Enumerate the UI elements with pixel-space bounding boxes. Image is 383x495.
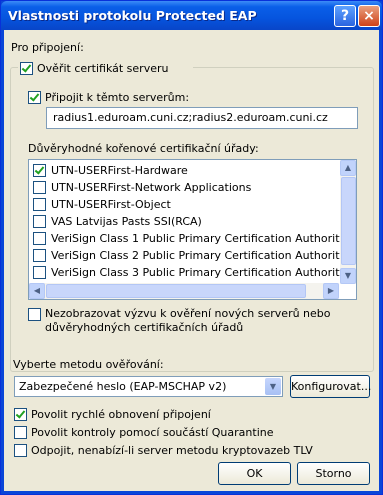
- window-title: Vlastnosti protokolu Protected EAP: [8, 8, 257, 23]
- ok-button[interactable]: OK: [218, 462, 291, 485]
- quarantine-checkbox[interactable]: [14, 426, 27, 439]
- ca-list-horizontal-scrollbar[interactable]: ◀ ▶: [29, 283, 339, 299]
- ca-checkbox[interactable]: [33, 215, 46, 228]
- ca-list-vertical-scrollbar[interactable]: ▲ ▼: [340, 160, 356, 284]
- trusted-ca-label: Důvěryhodné kořenové certifikační úřady:: [28, 142, 259, 155]
- list-item[interactable]: UTN-USERFirst-Network Applications: [29, 179, 339, 196]
- verify-cert-label: Ověřit certifikát serveru: [37, 62, 169, 75]
- list-item[interactable]: VeriSign Class 1 Public Primary Certific…: [29, 230, 356, 247]
- servers-value: radius1.eduroam.cuni.cz;radius2.eduroam.…: [53, 111, 328, 124]
- auth-method-select[interactable]: Zabezpečené heslo (EAP-MSCHAP v2) ▼: [14, 376, 283, 397]
- ca-label: UTN-USERFirst-Hardware: [51, 164, 188, 177]
- scroll-down-icon[interactable]: ▼: [340, 268, 356, 284]
- ca-checkbox[interactable]: [33, 249, 46, 262]
- servers-input[interactable]: radius1.eduroam.cuni.cz;radius2.eduroam.…: [46, 107, 358, 129]
- disconnect-tlv-label: Odpojit, nenabízí-li server metodu krypt…: [31, 444, 313, 457]
- ca-label: UTN-USERFirst-Network Applications: [51, 181, 252, 194]
- list-item[interactable]: UTN-USERFirst-Hardware: [29, 162, 339, 179]
- list-item[interactable]: UTN-USERFirst-Object: [29, 196, 339, 213]
- verify-cert-checkbox[interactable]: [20, 62, 33, 75]
- connect-servers-checkbox[interactable]: [28, 91, 41, 104]
- ca-checkbox[interactable]: [33, 198, 46, 211]
- configure-button[interactable]: Konfigurovat...: [290, 375, 371, 398]
- ca-checkbox[interactable]: [33, 266, 46, 279]
- verify-cert-row[interactable]: Ověřit certifikát serveru: [18, 62, 193, 76]
- title-bar[interactable]: Vlastnosti protokolu Protected EAP ? ×: [1, 1, 382, 30]
- fast-reconnect-checkbox[interactable]: [14, 408, 27, 421]
- dialog-window: Vlastnosti protokolu Protected EAP ? × P…: [0, 0, 383, 495]
- ca-checkbox[interactable]: [33, 164, 46, 177]
- help-button[interactable]: ?: [334, 5, 356, 27]
- disconnect-tlv-checkbox[interactable]: [14, 444, 27, 457]
- cancel-button[interactable]: Storno: [297, 462, 370, 485]
- auth-method-value: Zabezpečené heslo (EAP-MSCHAP v2): [19, 380, 227, 393]
- ca-label: UTN-USERFirst-Object: [51, 198, 171, 211]
- chevron-down-icon[interactable]: ▼: [265, 378, 281, 395]
- scroll-up-icon[interactable]: ▲: [340, 160, 356, 176]
- quarantine-label: Povolit kontroly pomocí součástí Quarant…: [31, 426, 274, 439]
- list-item[interactable]: VeriSign Class 3 Public Primary Certific…: [29, 264, 356, 281]
- list-item[interactable]: VAS Latvijas Pasts SSI(RCA): [29, 213, 339, 230]
- ca-label: VeriSign Class 1 Public Primary Certific…: [51, 232, 357, 245]
- list-item[interactable]: VeriSign Class 2 Public Primary Certific…: [29, 247, 356, 264]
- no-prompt-checkbox[interactable]: [28, 308, 41, 321]
- horizontal-scroll-thumb[interactable]: [46, 284, 306, 298]
- ca-label: VAS Latvijas Pasts SSI(RCA): [51, 215, 202, 228]
- auth-method-label: Vyberte metodu ověřování:: [13, 358, 164, 371]
- ca-list[interactable]: UTN-USERFirst-Hardware UTN-USERFirst-Net…: [28, 159, 357, 300]
- ca-checkbox[interactable]: [33, 181, 46, 194]
- scroll-left-icon[interactable]: ◀: [29, 283, 45, 299]
- ca-checkbox[interactable]: [33, 232, 46, 245]
- connection-label: Pro připojení:: [11, 41, 84, 54]
- scroll-right-icon[interactable]: ▶: [323, 283, 339, 299]
- no-prompt-label-line1: Nezobrazovat výzvu k ověření nových serv…: [45, 307, 331, 320]
- dialog-body: Pro připojení: Ověřit certifikát serveru…: [4, 30, 379, 491]
- fast-reconnect-label: Povolit rychlé obnovení připojení: [31, 408, 211, 421]
- ca-label: VeriSign Class 2 Public Primary Certific…: [51, 249, 357, 262]
- close-button[interactable]: ×: [358, 5, 380, 27]
- vertical-scroll-thumb[interactable]: [341, 177, 356, 265]
- ca-label: VeriSign Class 3 Public Primary Certific…: [51, 266, 357, 279]
- connect-servers-label: Připojit k těmto serverům:: [45, 91, 190, 104]
- no-prompt-label-line2: důvěryhodných certifikačních úřadů: [45, 321, 244, 334]
